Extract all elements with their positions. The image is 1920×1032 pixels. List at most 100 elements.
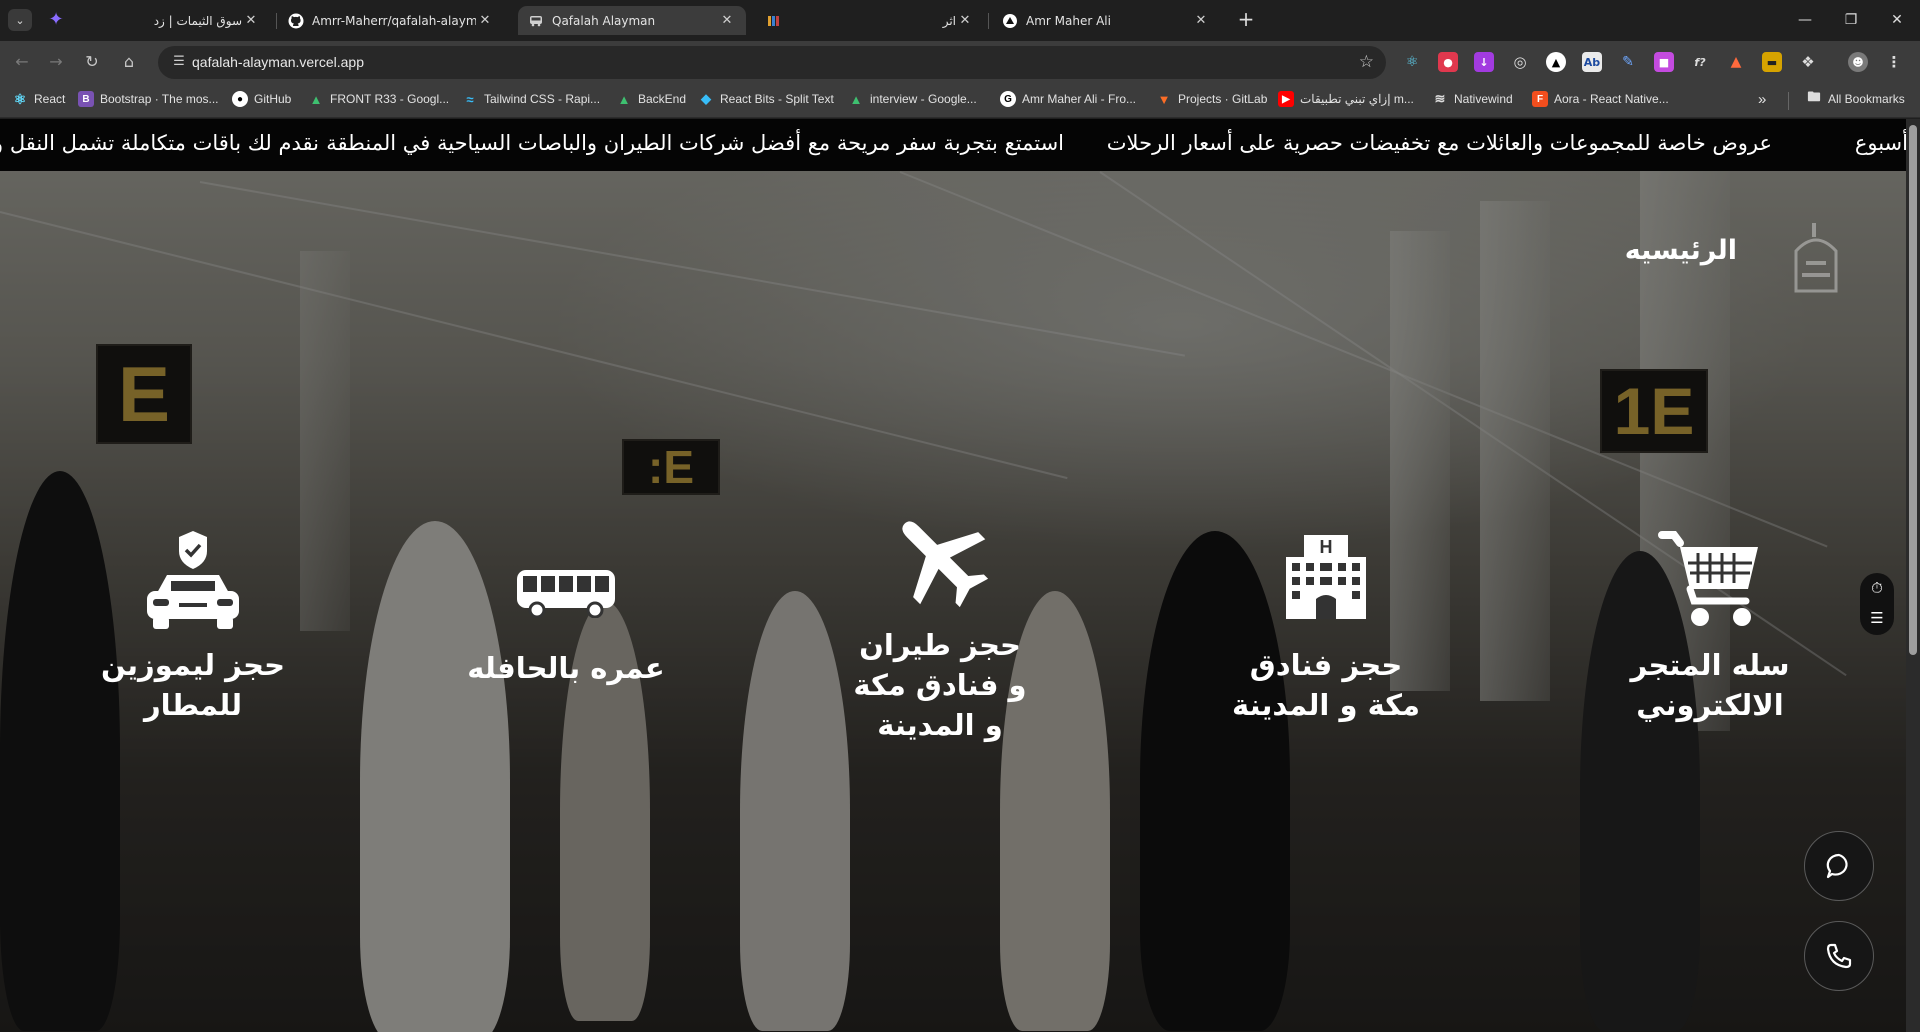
hero-section: E :E 1E الرئيسيه حجز ليموزين للمطار عمره… (0, 171, 1906, 1032)
svg-text:H: H (1320, 537, 1333, 557)
bookmark-label: Amr Maher Ali - Fro... (1022, 92, 1137, 106)
bookmark-react-bits[interactable]: ◆ React Bits - Split Text (698, 91, 834, 107)
bookmark-nativewind[interactable]: ≋ Nativewind (1432, 91, 1513, 107)
nav-home-link[interactable]: الرئيسيه (1625, 235, 1737, 266)
service-bus-umrah[interactable]: عمره بالحافله (462, 568, 670, 688)
tab-zid[interactable]: سوق الثيمات | زد ✕ (140, 6, 270, 35)
service-online-store-cart[interactable]: سله المتجر الالكتروني (1618, 527, 1802, 725)
service-hotels[interactable]: H حجز فنادق مكة و المدينة (1228, 533, 1424, 725)
bookmark-react[interactable]: ⚛ React (12, 90, 66, 107)
profile-avatar[interactable]: ☻ (1848, 52, 1868, 72)
bookmark-all-bookmarks[interactable]: 🖿 All Bookmarks (1806, 89, 1904, 107)
close-icon[interactable]: ✕ (1192, 13, 1210, 28)
download-extension-icon[interactable]: ↓ (1474, 52, 1494, 72)
bookmark-aora[interactable]: F Aora - React Native... (1532, 91, 1669, 107)
bus-icon (517, 570, 615, 618)
bookmark-label: إزاي تبني تطبيقات m... (1300, 92, 1414, 106)
pen-extension-icon[interactable]: ✎ (1618, 52, 1638, 72)
tab-athar[interactable]: اثر ✕ (756, 6, 984, 35)
close-icon[interactable]: ✕ (242, 13, 260, 28)
extensions-puzzle-icon[interactable]: ❖ (1798, 52, 1818, 72)
minimize-button[interactable]: — (1790, 8, 1820, 32)
ticker-item: أسبوع (1854, 131, 1906, 155)
vercel-extension-icon[interactable]: ▲ (1546, 52, 1566, 72)
bookmark-star-icon[interactable]: ☆ (1359, 52, 1374, 72)
close-icon[interactable]: ✕ (718, 13, 736, 28)
google-drive-icon: ▲ (617, 91, 631, 107)
ticker-item: نقدم لك باقات متكاملة تشمل النقل والإ (0, 131, 319, 155)
bookmark-bootstrap[interactable]: B Bootstrap · The mos... (78, 91, 219, 107)
extension-red-icon[interactable]: ● (1438, 52, 1458, 72)
tab-group-icon[interactable]: ✦ (46, 10, 66, 30)
hotel-icon: H (1286, 535, 1366, 619)
tab-separator (276, 13, 277, 29)
youtube-icon: ▶ (1278, 91, 1294, 107)
fonts-extension-icon[interactable]: f? (1690, 52, 1710, 72)
tab-github[interactable]: Amrr-Maherr/qafalah-alayman ✕ (278, 6, 504, 35)
target-extension-icon[interactable]: ◎ (1510, 52, 1530, 72)
bookmark-github[interactable]: ● GitHub (232, 91, 291, 107)
folder-icon: 🖿 (1807, 89, 1821, 104)
bookmark-label: Projects · GitLab (1178, 92, 1268, 106)
restore-button[interactable]: ❐ (1836, 8, 1866, 32)
aa-extension-icon[interactable]: Ab (1582, 52, 1602, 72)
purple-extension-icon[interactable]: ■ (1654, 52, 1674, 72)
bookmark-label: React Bits - Split Text (720, 92, 834, 106)
react-bits-icon: ◆ (701, 91, 711, 106)
menu-kebab-icon[interactable]: ⋮ (1884, 52, 1904, 72)
tab-title: Qafalah Alayman (552, 13, 656, 28)
new-tab-button[interactable]: + (1234, 8, 1258, 32)
service-limousine[interactable]: حجز ليموزين للمطار (100, 527, 286, 725)
bookmark-interview[interactable]: ▲ interview - Google... (848, 91, 977, 107)
close-icon[interactable]: ✕ (476, 13, 494, 28)
react-devtools-icon[interactable]: ⚛ (1402, 52, 1422, 72)
tab-title: Amrr-Maherr/qafalah-alayman (312, 13, 476, 28)
bookmark-label: Tailwind CSS - Rapi... (484, 92, 601, 106)
gitlab-icon: ▼ (1157, 91, 1171, 107)
bookmark-tailwind[interactable]: ≈ Tailwind CSS - Rapi... (462, 91, 600, 107)
bookmark-label: Aora - React Native... (1554, 92, 1669, 106)
service-label: حجز فنادق مكة و المدينة (1232, 648, 1420, 722)
tab-search-button[interactable]: ⌄ (8, 9, 32, 31)
chat-bubble-icon (1826, 853, 1848, 879)
react-icon: ⚛ (13, 90, 27, 107)
cart-icon (1658, 531, 1758, 626)
scrollbar-thumb[interactable] (1909, 125, 1917, 655)
chat-button[interactable] (1804, 831, 1874, 901)
yellow-extension-icon[interactable]: ▬ (1762, 52, 1782, 72)
bookmark-backend[interactable]: ▲ BackEnd (616, 91, 686, 107)
bookmark-label: BackEnd (638, 92, 687, 106)
site-info-icon[interactable]: ☰ (170, 53, 188, 71)
service-label: حجز طيران و فنادق مكة و المدينة (853, 628, 1027, 742)
phone-call-button[interactable] (1804, 921, 1874, 991)
tab-qafalah-alayman[interactable]: Qafalah Alayman ✕ (518, 6, 746, 35)
bookmark-gitlab[interactable]: ▼ Projects · GitLab (1156, 91, 1268, 107)
google-drive-icon: ▲ (309, 91, 323, 107)
close-icon[interactable]: ✕ (956, 13, 974, 28)
timer-icon[interactable]: ⏱ (1860, 573, 1894, 603)
hamburger-menu-icon[interactable]: ☰ (1860, 603, 1894, 633)
github-icon: ● (232, 91, 248, 107)
url-text[interactable]: qafalah-alayman.vercel.app (192, 54, 364, 70)
bookmark-label: interview - Google... (870, 92, 977, 106)
browser-toolbar: ← → ↻ ⌂ ☰ qafalah-alayman.vercel.app ☆ ⚛… (0, 41, 1920, 83)
bookmark-youtube[interactable]: ▶ إزاي تبني تطبيقات m... (1278, 91, 1414, 107)
bus-favicon-icon (528, 13, 544, 29)
close-window-button[interactable]: ✕ (1882, 8, 1912, 32)
tab-separator (988, 13, 989, 29)
bookmarks-overflow-chevron-icon[interactable]: » (1758, 91, 1766, 108)
page-scrollbar[interactable] (1906, 119, 1920, 1032)
address-bar[interactable]: ☰ qafalah-alayman.vercel.app ☆ (158, 46, 1386, 79)
ticker-item: استمتع بتجربة سفر مريحة مع أفضل شركات ال… (326, 131, 1064, 155)
fire-extension-icon[interactable]: ▲ (1726, 52, 1746, 72)
forward-button[interactable]: → (44, 50, 68, 74)
site-logo[interactable] (1786, 221, 1846, 299)
bookmark-amr-maher[interactable]: G Amr Maher Ali - Fro... (1000, 91, 1136, 107)
bookmark-front-r33[interactable]: ▲ FRONT R33 - Googl... (308, 91, 450, 107)
tab-portfolio[interactable]: Amr Maher Ali ✕ (992, 6, 1220, 35)
service-flights-hotels[interactable]: حجز طيران و فنادق مكة و المدينة (848, 507, 1032, 745)
back-button[interactable]: ← (10, 50, 34, 74)
bookmark-label: GitHub (254, 92, 292, 106)
home-button[interactable]: ⌂ (117, 50, 141, 74)
reload-button[interactable]: ↻ (80, 50, 104, 74)
